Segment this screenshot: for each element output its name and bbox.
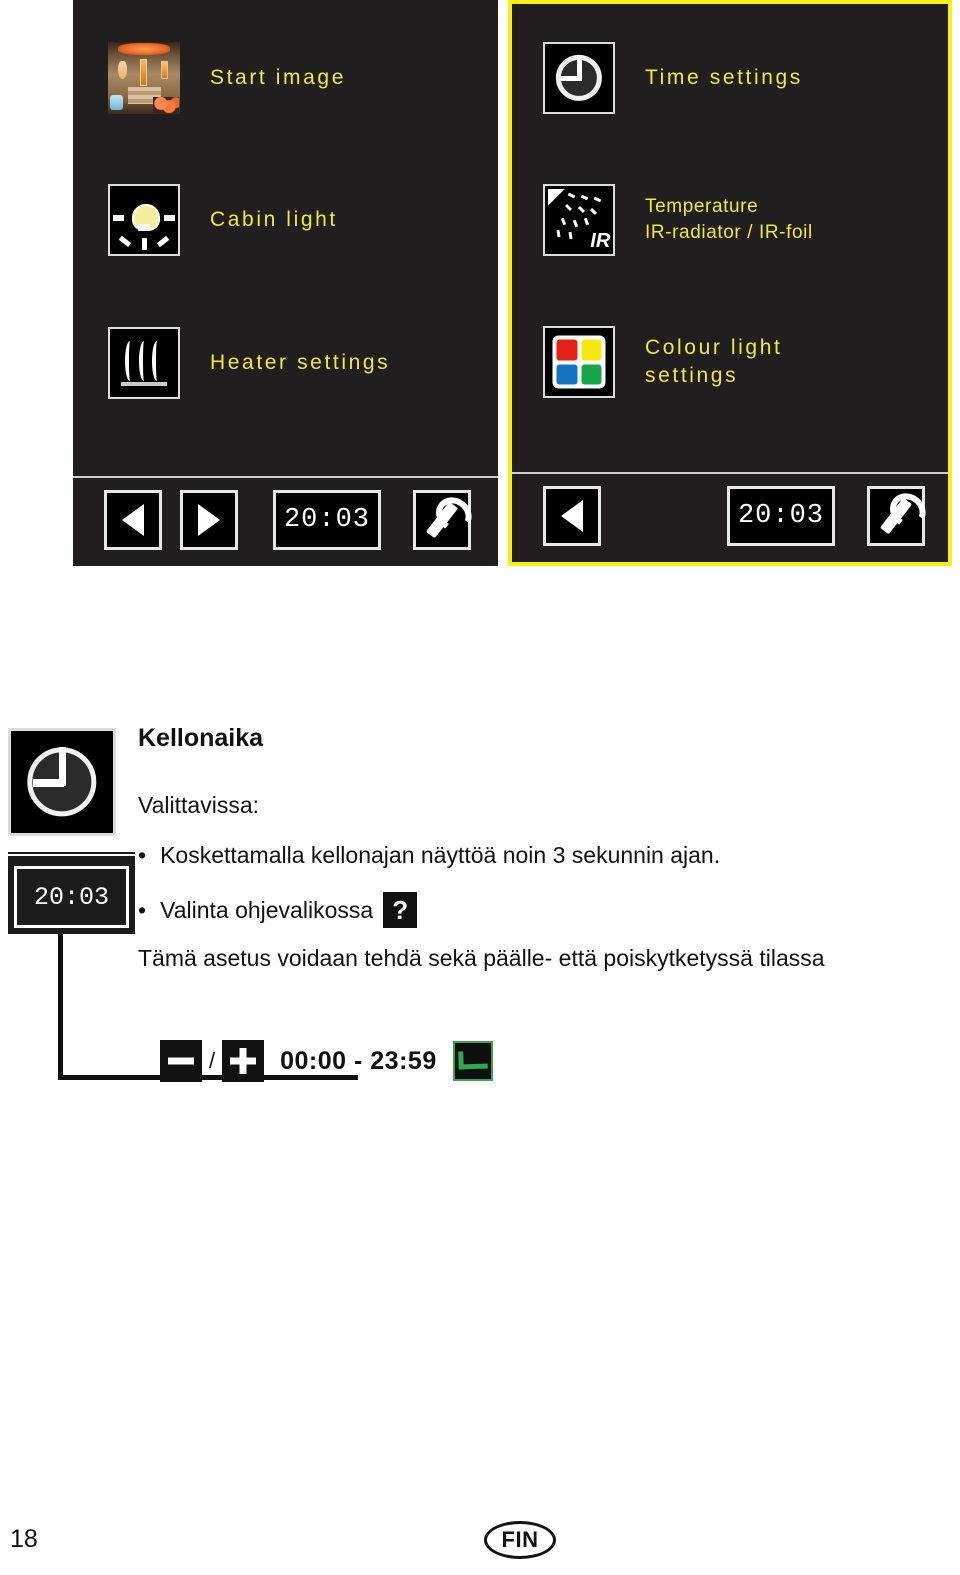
panel-bottom-bar-right: 20:03 [512, 472, 948, 562]
sauna-cabin-photo-icon [108, 42, 180, 114]
description-section: 20:03 Kellonaika Valittavissa: • Koskett… [0, 700, 960, 1120]
settings-wrench-button[interactable] [867, 486, 925, 546]
panel-bottom-bar-left: 20:03 [73, 476, 498, 566]
menu-item-label: Time settings [645, 65, 803, 89]
separator-label: / [209, 1048, 216, 1073]
bullet-dot: • [138, 842, 147, 868]
ir-label: IR [590, 229, 611, 252]
clock-icon [8, 728, 116, 836]
page-footer: 18 FIN [0, 1515, 960, 1575]
heater-waves-icon [108, 327, 180, 399]
triangle-right-icon [198, 504, 220, 536]
callout-top-lines [8, 852, 135, 860]
clock-time-value: 20:03 [14, 866, 129, 928]
menu-item-label: Cabin light [210, 207, 338, 231]
main-menu-page-2: Time settings IR Temperature IR-radiator… [508, 0, 952, 566]
plus-button[interactable] [222, 1040, 265, 1082]
swatch-yellow [581, 339, 602, 360]
colour-grid-icon [543, 326, 615, 398]
panel-body-right: Time settings IR Temperature IR-radiator… [512, 4, 948, 472]
clock-icon [543, 42, 615, 114]
wrench-icon [879, 497, 913, 535]
main-menu-page-1: Start image Cabin light Heater settings … [73, 0, 498, 566]
swatch-green [581, 364, 602, 385]
value-range-row: / 00:00 - 23:59 [160, 1040, 493, 1082]
menu-item-label: Colour light settings [645, 335, 783, 387]
swatch-red [556, 339, 577, 360]
list-item: • Valinta ohjevalikossa ? [138, 892, 418, 928]
triangle-left-icon [122, 504, 144, 536]
wrench-icon [425, 501, 459, 539]
range-value: 00:00 - 23:59 [280, 1046, 437, 1075]
menu-item-label: Heater settings [210, 350, 391, 374]
subtitle: Valittavissa: [138, 792, 260, 818]
light-bulb-icon [108, 184, 180, 256]
page-title: Kellonaika [138, 724, 264, 752]
ir-radiator-icon: IR [543, 184, 615, 256]
menu-item-colour-light[interactable]: Colour light settings [543, 326, 782, 398]
page-number: 18 [10, 1525, 38, 1553]
bullet-text: Koskettamalla kellonajan näyttöä noin 3 … [160, 842, 721, 868]
clock-time-display[interactable]: 20:03 [273, 490, 381, 550]
confirm-check-icon[interactable] [452, 1041, 493, 1081]
clock-time-display-callout: 20:03 [8, 852, 135, 934]
swatch-blue [556, 364, 577, 385]
menu-item-cabin-light[interactable]: Cabin light [108, 184, 338, 256]
menu-item-time-settings[interactable]: Time settings [543, 42, 803, 114]
menu-item-label: Temperature IR-radiator / IR-foil [645, 196, 813, 243]
prev-page-button[interactable] [104, 490, 162, 550]
bullet-text: Valinta ohjevalikossa [160, 896, 374, 923]
help-question-icon[interactable]: ? [383, 892, 418, 928]
next-page-button[interactable] [180, 490, 238, 550]
panel-body-left: Start image Cabin light Heater settings [73, 0, 498, 476]
prev-page-button[interactable] [543, 486, 601, 546]
menu-panels-group: Start image Cabin light Heater settings … [73, 0, 952, 566]
bullet-dot: • [138, 896, 147, 923]
list-item: • Koskettamalla kellonajan näyttöä noin … [138, 842, 720, 869]
menu-item-heater-settings[interactable]: Heater settings [108, 327, 390, 399]
clock-time-display[interactable]: 20:03 [727, 486, 835, 546]
menu-item-temperature-ir[interactable]: IR Temperature IR-radiator / IR-foil [543, 184, 813, 256]
menu-item-label: Start image [210, 65, 346, 89]
description-paragraph: Tämä asetus voidaan tehdä sekä päälle- e… [138, 945, 825, 971]
language-badge: FIN [484, 1521, 556, 1559]
minus-button[interactable] [160, 1040, 202, 1082]
settings-wrench-button[interactable] [413, 490, 471, 550]
menu-item-start-image[interactable]: Start image [108, 42, 346, 114]
triangle-left-icon [561, 500, 583, 532]
